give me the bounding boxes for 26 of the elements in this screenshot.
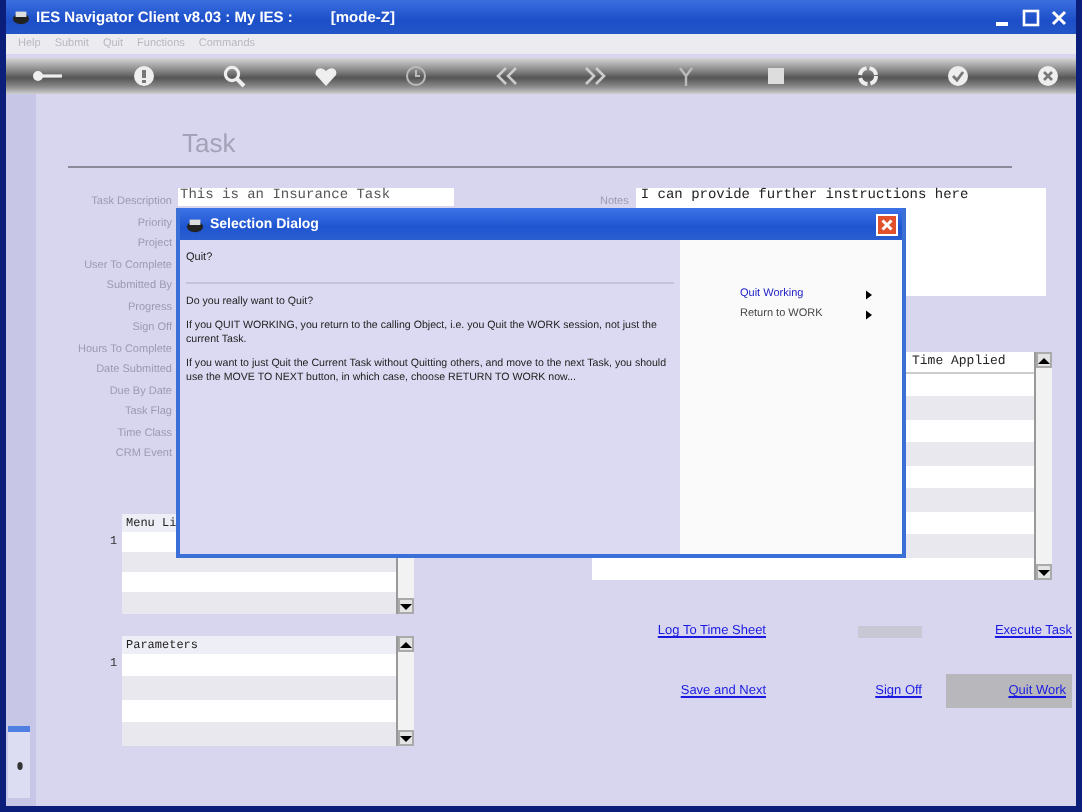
app-icon bbox=[15, 757, 23, 773]
app-icon bbox=[12, 8, 30, 26]
forward-icon[interactable] bbox=[584, 64, 609, 88]
close-button[interactable] bbox=[1048, 7, 1070, 27]
taskbar-tab[interactable] bbox=[8, 726, 30, 798]
recycle-icon[interactable] bbox=[855, 64, 880, 88]
square-icon[interactable] bbox=[764, 64, 789, 88]
fork-icon[interactable] bbox=[674, 64, 699, 88]
back-icon[interactable] bbox=[493, 64, 518, 88]
arrow-up-icon[interactable] bbox=[400, 639, 412, 647]
arrow-down-icon[interactable] bbox=[400, 733, 412, 741]
maximize-button[interactable] bbox=[1020, 7, 1042, 27]
cancel-icon[interactable] bbox=[1035, 64, 1060, 88]
close-button[interactable] bbox=[876, 213, 898, 235]
scrollbar[interactable] bbox=[1034, 352, 1052, 580]
app-icon bbox=[186, 215, 204, 233]
clock-icon[interactable] bbox=[403, 64, 428, 88]
arrow-down-icon[interactable] bbox=[1038, 568, 1050, 576]
scrollbar[interactable] bbox=[396, 635, 414, 745]
check-icon[interactable] bbox=[945, 64, 970, 88]
arrow-up-icon[interactable] bbox=[1038, 356, 1050, 364]
arrow-down-icon[interactable] bbox=[400, 601, 412, 609]
search-icon[interactable] bbox=[222, 64, 247, 88]
minimize-icon bbox=[996, 21, 1008, 25]
help-icon[interactable] bbox=[132, 64, 157, 88]
heart-icon[interactable] bbox=[313, 64, 338, 88]
